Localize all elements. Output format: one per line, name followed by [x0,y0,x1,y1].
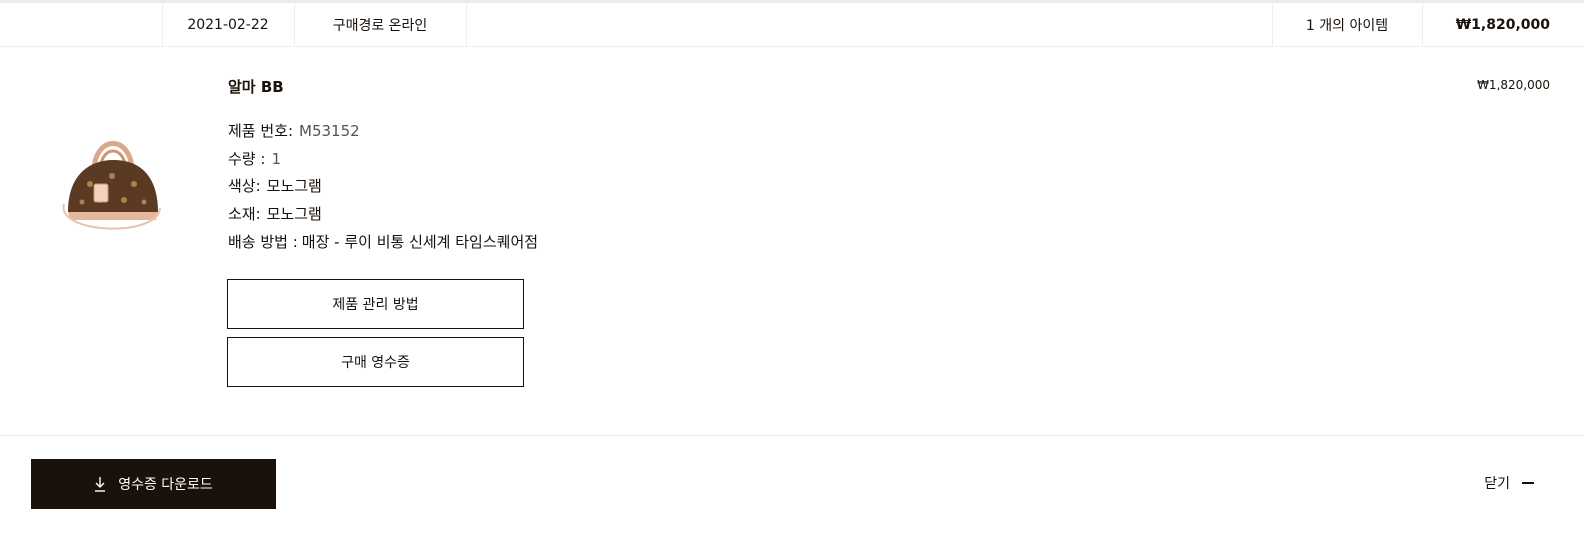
attr-label: 색상: [228,177,261,195]
close-label: 닫기 [1484,476,1510,492]
product-name: 알마 BB [228,78,284,96]
attr-color: 색상: 모노그램 [228,175,322,196]
attr-value: 모노그램 [266,205,322,223]
product-image [60,124,164,240]
attr-label: 제품 번호: [228,122,294,140]
order-date: 2021-02-22 [187,17,269,33]
order-summary-row: 2021-02-22 구매경로 온라인 1 개의 아이템 ₩1,820,000 [0,3,1584,47]
attr-label: 소재: [228,205,261,223]
attr-label: 배송 방법 : [228,233,298,251]
download-label: 영수증 다운로드 [118,477,213,493]
collapse-icon [1522,482,1534,484]
download-receipt-button[interactable]: 영수증 다운로드 [31,459,276,509]
purchase-channel: 구매경로 온라인 [332,18,428,34]
divider [466,3,467,47]
order-total: ₩1,820,000 [1455,17,1550,33]
footer-bar: 영수증 다운로드 닫기 [0,437,1584,536]
attr-quantity: 수량 : 1 [228,148,281,169]
attr-value: 모노그램 [266,177,322,195]
attr-value: 매장 - 루이 비통 신세계 타임스퀘어점 [301,233,539,251]
attr-product-number: 제품 번호: M53152 [228,120,360,141]
attr-delivery-method: 배송 방법 : 매장 - 루이 비통 신세계 타임스퀘어점 [228,231,538,252]
order-item: 알마 BB ₩1,820,000 제품 번호: M53152 수량 : 1 색상: 모… [0,48,1584,436]
product-price: ₩1,820,000 [1477,78,1550,92]
close-button[interactable]: 닫기 [1484,473,1534,493]
attr-material: 소재: 모노그램 [228,203,322,224]
attr-label: 수량 : [228,150,266,168]
download-icon [94,476,106,492]
item-count: 1 개의 아이템 [1305,18,1389,34]
purchase-receipt-button[interactable]: 구매 영수증 [227,337,524,387]
attr-value: 1 [271,150,281,168]
attr-value: M53152 [299,122,360,140]
product-care-button[interactable]: 제품 관리 방법 [227,279,524,329]
